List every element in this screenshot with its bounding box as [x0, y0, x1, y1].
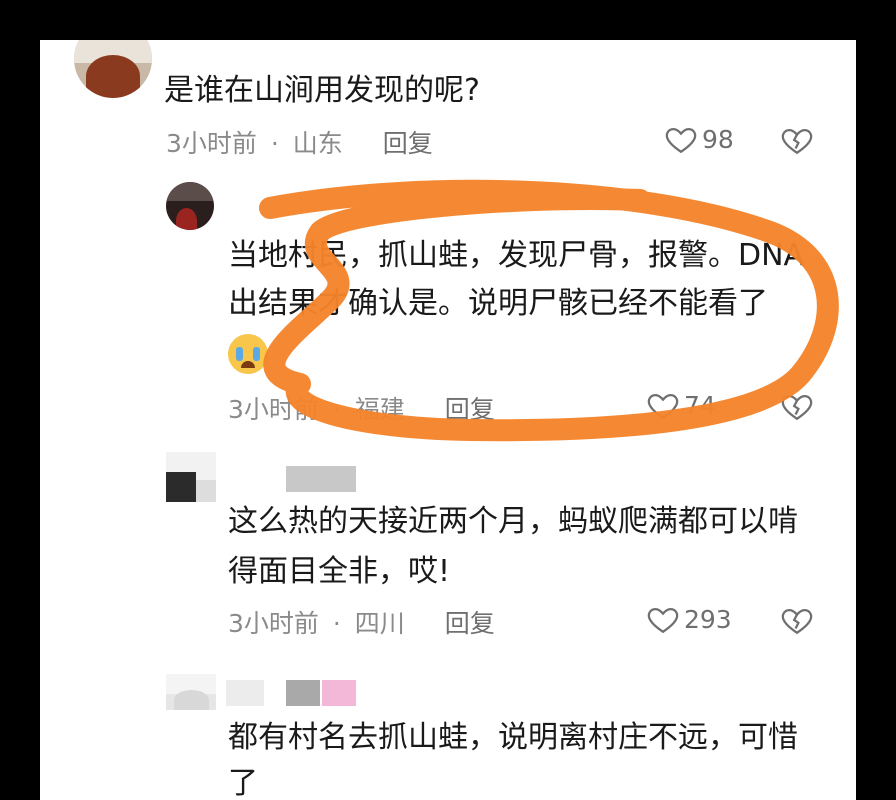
comment-location: 福建 — [354, 395, 405, 424]
user-avatar[interactable] — [166, 182, 214, 230]
user-avatar[interactable] — [166, 452, 216, 502]
user-avatar[interactable] — [166, 674, 216, 710]
meta-separator: · — [270, 129, 279, 158]
comment-meta: 3小时前 · 四川 回复 — [228, 604, 495, 640]
like-count: 293 — [684, 604, 732, 634]
user-avatar[interactable] — [74, 40, 152, 98]
comment-text: 了 — [228, 766, 258, 800]
comment-time: 3小时前 — [166, 129, 257, 158]
username-redacted — [286, 680, 320, 706]
broken-heart-icon[interactable] — [780, 123, 814, 157]
comment-text: 是谁在山涧用发现的呢? — [164, 73, 480, 108]
like-button[interactable]: 74 — [646, 388, 716, 422]
heart-icon — [647, 393, 679, 420]
like-button[interactable]: 293 — [646, 602, 732, 636]
broken-heart-icon[interactable] — [780, 389, 814, 423]
reply-button[interactable]: 回复 — [383, 129, 433, 158]
username-redacted — [286, 466, 356, 492]
comment-text: 都有村名去抓山蛙，说明离村庄不远，可惜 — [228, 720, 798, 755]
comment-meta: 3小时前 · 福建 回复 — [228, 390, 495, 426]
reply-button[interactable]: 回复 — [445, 609, 495, 638]
username-redacted — [322, 680, 356, 706]
like-count: 74 — [684, 390, 716, 420]
comment-location: 四川 — [354, 609, 405, 638]
meta-separator: · — [332, 395, 341, 424]
comment-text: 出结果才确认是。说明尸骸已经不能看了 — [228, 286, 768, 321]
username-redacted — [226, 680, 264, 706]
comment-location: 山东 — [292, 129, 343, 158]
meta-separator: · — [332, 609, 341, 638]
comment-text: 得面目全非，哎! — [228, 554, 451, 589]
comment-text: 当地村民，抓山蛙，发现尸骨，报警。DNA — [228, 238, 805, 273]
comment-time: 3小时前 — [228, 395, 319, 424]
comment-text: 这么热的天接近两个月，蚂蚁爬满都可以啃 — [228, 504, 798, 539]
reply-button[interactable]: 回复 — [445, 395, 495, 424]
crying-face-emoji — [228, 334, 268, 374]
broken-heart-icon[interactable] — [780, 603, 814, 637]
heart-icon — [647, 607, 679, 634]
like-button[interactable]: 98 — [664, 122, 734, 156]
comment-meta: 3小时前 · 山东 回复 — [166, 124, 433, 160]
heart-icon — [665, 127, 697, 154]
comment-screen: 是谁在山涧用发现的呢? 3小时前 · 山东 回复 98 当地村民，抓山蛙，发现尸… — [40, 40, 856, 800]
like-count: 98 — [702, 124, 734, 154]
comment-time: 3小时前 — [228, 609, 319, 638]
